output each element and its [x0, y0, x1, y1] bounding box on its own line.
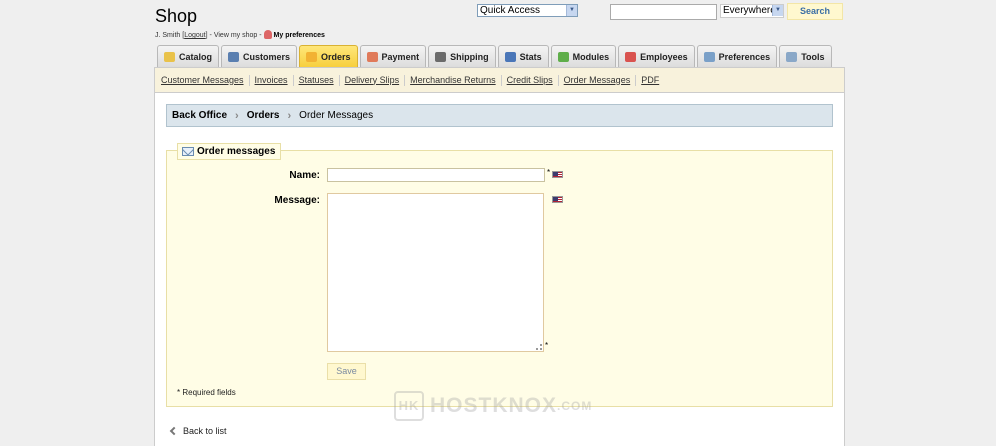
sub-navigation: Customer Messages Invoices Statuses Deliver… — [154, 67, 845, 93]
tab-label: Catalog — [179, 51, 213, 62]
quick-access-value: Quick Access — [480, 5, 541, 16]
back-to-list-link[interactable]: Back to list — [169, 426, 227, 436]
logout-link[interactable]: Logout — [184, 32, 205, 39]
subnav-credit-slips[interactable]: Credit Slips — [502, 74, 559, 86]
tab-payment[interactable]: Payment — [359, 45, 427, 67]
name-input[interactable] — [327, 168, 545, 182]
message-label: Message: — [274, 195, 320, 206]
subnav-delivery-slips[interactable]: Delivery Slips — [340, 74, 406, 86]
us-flag-icon[interactable] — [552, 171, 563, 178]
subnav-merchandise-returns[interactable]: Merchandise Returns — [405, 74, 502, 86]
main-content: Back Office › Orders › Order Messages Or… — [154, 93, 845, 446]
tab-label: Payment — [381, 51, 420, 62]
save-button[interactable]: Save — [327, 363, 366, 380]
breadcrumb: Back Office › Orders › Order Messages — [166, 104, 833, 127]
user-line: J. Smith [Logout] - View my shop - My pr… — [155, 30, 325, 39]
separator: - — [209, 32, 212, 39]
watermark-logo: HK — [394, 391, 424, 421]
back-arrow-icon — [169, 426, 179, 436]
tab-label: Modules — [572, 51, 610, 62]
tab-catalog[interactable]: Catalog — [157, 45, 220, 67]
bar-chart-icon — [504, 51, 516, 62]
view-shop-link[interactable]: View my shop — [214, 32, 257, 39]
preferences-icon — [703, 51, 715, 62]
folder-icon — [164, 51, 175, 62]
subnav-order-messages[interactable]: Order Messages — [559, 74, 637, 86]
tab-label: Preferences — [718, 51, 771, 62]
tab-shipping[interactable]: Shipping — [428, 45, 496, 67]
tab-customers[interactable]: Customers — [221, 45, 298, 67]
subnav-customer-messages[interactable]: Customer Messages — [161, 74, 250, 86]
tab-stats[interactable]: Stats — [497, 45, 549, 67]
subnav-statuses[interactable]: Statuses — [294, 74, 340, 86]
my-preferences-link[interactable]: My preferences — [274, 32, 325, 39]
tab-label: Tools — [801, 51, 825, 62]
separator: - — [259, 32, 262, 39]
watermark-suffix: .COM — [557, 399, 593, 413]
breadcrumb-section[interactable]: Orders — [247, 110, 280, 121]
watermark-text: HOSTKNOX — [430, 394, 558, 417]
tab-label: Shipping — [450, 51, 489, 62]
chevron-right-icon: › — [235, 109, 239, 122]
payment-icon — [366, 51, 378, 62]
main-tabs: Catalog Customers Orders Payment Shipping Sta… — [157, 45, 832, 67]
tab-employees[interactable]: Employees — [618, 45, 695, 67]
tab-label: Employees — [640, 51, 688, 62]
resize-handle-icon[interactable] — [536, 344, 542, 350]
tab-label: Customers — [243, 51, 291, 62]
tab-preferences[interactable]: Preferences — [696, 45, 778, 67]
search-scope-value: Everywhere — [723, 5, 776, 16]
required-asterisk: * — [547, 168, 551, 177]
chevron-down-icon: ▼ — [772, 5, 783, 16]
shop-title: Shop — [155, 6, 198, 26]
tab-label: Orders — [321, 51, 351, 62]
page: Shop J. Smith [Logout] - View my shop - … — [154, 0, 845, 446]
tab-modules[interactable]: Modules — [550, 45, 617, 67]
user-icon — [228, 51, 240, 62]
tab-tools[interactable]: Tools — [779, 45, 832, 67]
truck-icon — [435, 51, 447, 62]
search-button[interactable]: Search — [787, 3, 843, 20]
bracket-close: ] — [205, 32, 208, 39]
breadcrumb-current: Order Messages — [299, 110, 374, 121]
tab-label: Stats — [519, 51, 542, 62]
required-asterisk: * — [545, 341, 549, 350]
cart-icon — [306, 51, 318, 62]
required-fields-note: * Required fields — [177, 388, 236, 397]
subnav-invoices[interactable]: Invoices — [250, 74, 294, 86]
preferences-user-icon — [263, 30, 272, 39]
back-to-list-text: Back to list — [183, 426, 227, 436]
user-name: J. Smith — [155, 32, 181, 39]
order-message-form: Order messages Name: * Message: * Save *… — [166, 143, 833, 407]
chevron-down-icon: ▼ — [566, 5, 577, 16]
quick-access-select[interactable]: Quick Access ▼ — [477, 4, 578, 17]
wrench-icon — [786, 51, 798, 62]
message-textarea[interactable] — [327, 193, 544, 352]
form-legend: Order messages — [177, 143, 282, 160]
watermark: HK HOSTKNOX .COM — [394, 391, 592, 421]
employee-icon — [625, 51, 637, 62]
breadcrumb-root[interactable]: Back Office — [172, 110, 227, 121]
chevron-right-icon: › — [287, 109, 292, 122]
form-legend-text: Order messages — [197, 146, 276, 157]
tab-orders[interactable]: Orders — [299, 45, 358, 67]
name-label: Name: — [289, 170, 320, 181]
envelope-icon — [182, 147, 194, 156]
search-input[interactable] — [610, 4, 717, 20]
puzzle-icon — [557, 51, 569, 62]
subnav-pdf[interactable]: PDF — [636, 75, 664, 86]
search-scope-select[interactable]: Everywhere ▼ — [720, 4, 784, 18]
us-flag-icon[interactable] — [552, 196, 563, 203]
